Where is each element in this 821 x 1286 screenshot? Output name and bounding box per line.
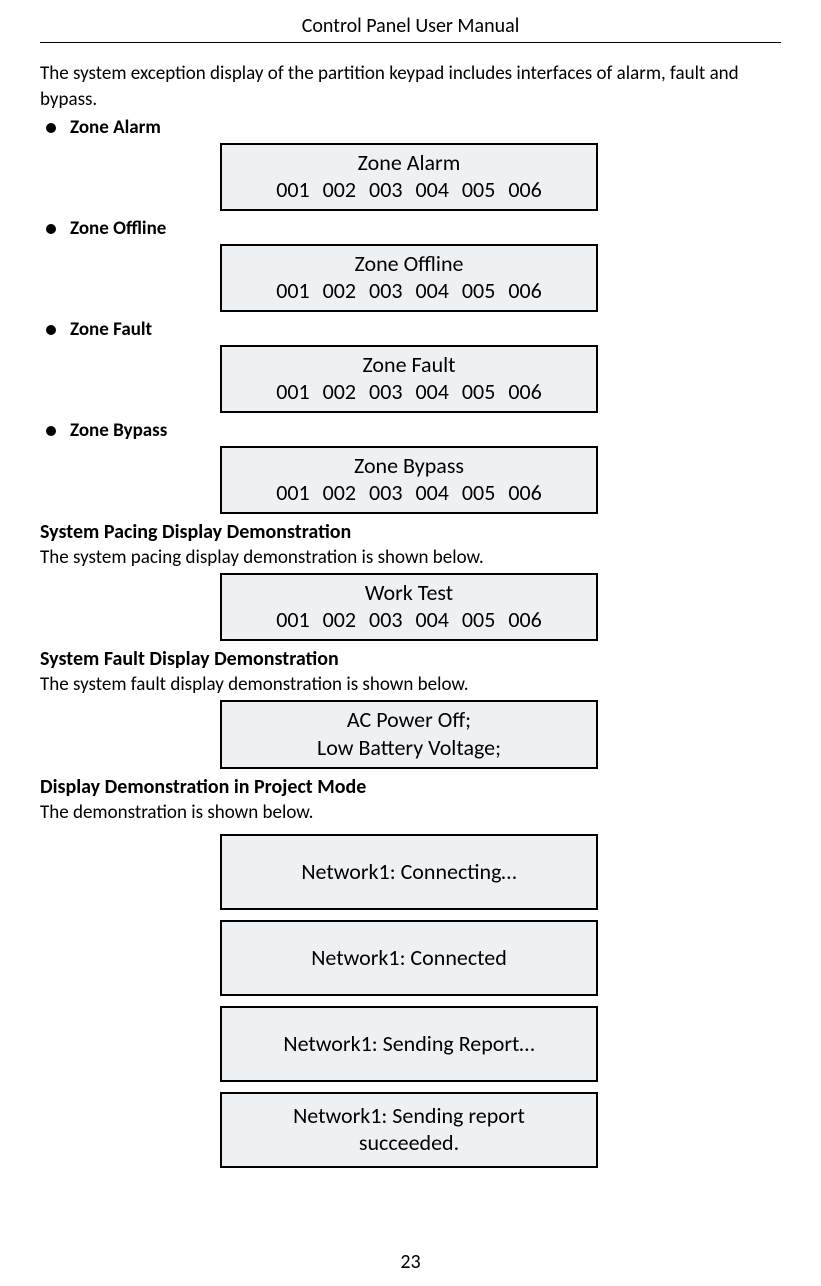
display-line: Network1: Connecting… <box>301 858 516 886</box>
heading-fault: System Fault Display Demonstration <box>40 647 781 671</box>
heading-pacing: System Pacing Display Demonstration <box>40 520 781 544</box>
bullet-label: Zone Fault <box>70 318 152 341</box>
bullet-label: Zone Offline <box>70 217 166 240</box>
display-line: Network1: Sending report <box>293 1102 525 1130</box>
bullet-icon <box>46 224 56 234</box>
project-mode-stack: Network1: Connecting… Network1: Connecte… <box>40 834 781 1168</box>
display-zone-bypass: Zone Bypass 001 002 003 004 005 006 <box>220 446 598 514</box>
bullet-zone-offline: Zone Offline <box>40 217 781 240</box>
document-header-title: Control Panel User Manual <box>40 14 781 42</box>
display-ac-power: AC Power Off; Low Battery Voltage; <box>220 700 598 769</box>
bullet-icon <box>46 426 56 436</box>
display-zone-fault: Zone Fault 001 002 003 004 005 006 <box>220 345 598 413</box>
bullet-zone-alarm: Zone Alarm <box>40 116 781 139</box>
display-network-connected: Network1: Connected <box>220 920 598 996</box>
heading-project-mode: Display Demonstration in Project Mode <box>40 775 781 799</box>
display-line: succeeded. <box>359 1129 459 1157</box>
bullet-label: Zone Alarm <box>70 116 161 139</box>
display-codes: 001 002 003 004 005 006 <box>276 606 542 633</box>
page-number: 23 <box>0 1250 821 1274</box>
display-codes: 001 002 003 004 005 006 <box>276 176 542 203</box>
display-codes: 001 002 003 004 005 006 <box>276 378 542 405</box>
display-line: Network1: Connected <box>311 944 507 972</box>
display-network-connecting: Network1: Connecting… <box>220 834 598 910</box>
subtext-project-mode: The demonstration is shown below. <box>40 801 781 824</box>
bullet-icon <box>46 325 56 335</box>
display-line: Network1: Sending Report… <box>283 1030 534 1058</box>
display-title: Zone Offline <box>355 250 464 277</box>
display-title: Zone Fault <box>362 351 455 378</box>
display-zone-offline: Zone Offline 001 002 003 004 005 006 <box>220 244 598 312</box>
intro-paragraph: The system exception display of the part… <box>40 61 781 112</box>
bullet-icon <box>46 123 56 133</box>
subtext-pacing: The system pacing display demonstration … <box>40 546 781 569</box>
header-divider <box>40 42 781 43</box>
display-network-sending: Network1: Sending Report… <box>220 1006 598 1082</box>
subtext-fault: The system fault display demonstration i… <box>40 673 781 696</box>
display-codes: 001 002 003 004 005 006 <box>276 277 542 304</box>
display-line: AC Power Off; <box>347 706 471 734</box>
bullet-zone-bypass: Zone Bypass <box>40 419 781 442</box>
bullet-zone-fault: Zone Fault <box>40 318 781 341</box>
display-title: Zone Bypass <box>354 452 464 479</box>
bullet-label: Zone Bypass <box>70 419 167 442</box>
display-codes: 001 002 003 004 005 006 <box>276 479 542 506</box>
display-network-succeeded: Network1: Sending report succeeded. <box>220 1092 598 1168</box>
display-title: Zone Alarm <box>358 149 461 176</box>
display-title: Work Test <box>365 579 453 606</box>
display-zone-alarm: Zone Alarm 001 002 003 004 005 006 <box>220 143 598 211</box>
display-work-test: Work Test 001 002 003 004 005 006 <box>220 573 598 641</box>
display-line: Low Battery Voltage; <box>317 734 501 762</box>
